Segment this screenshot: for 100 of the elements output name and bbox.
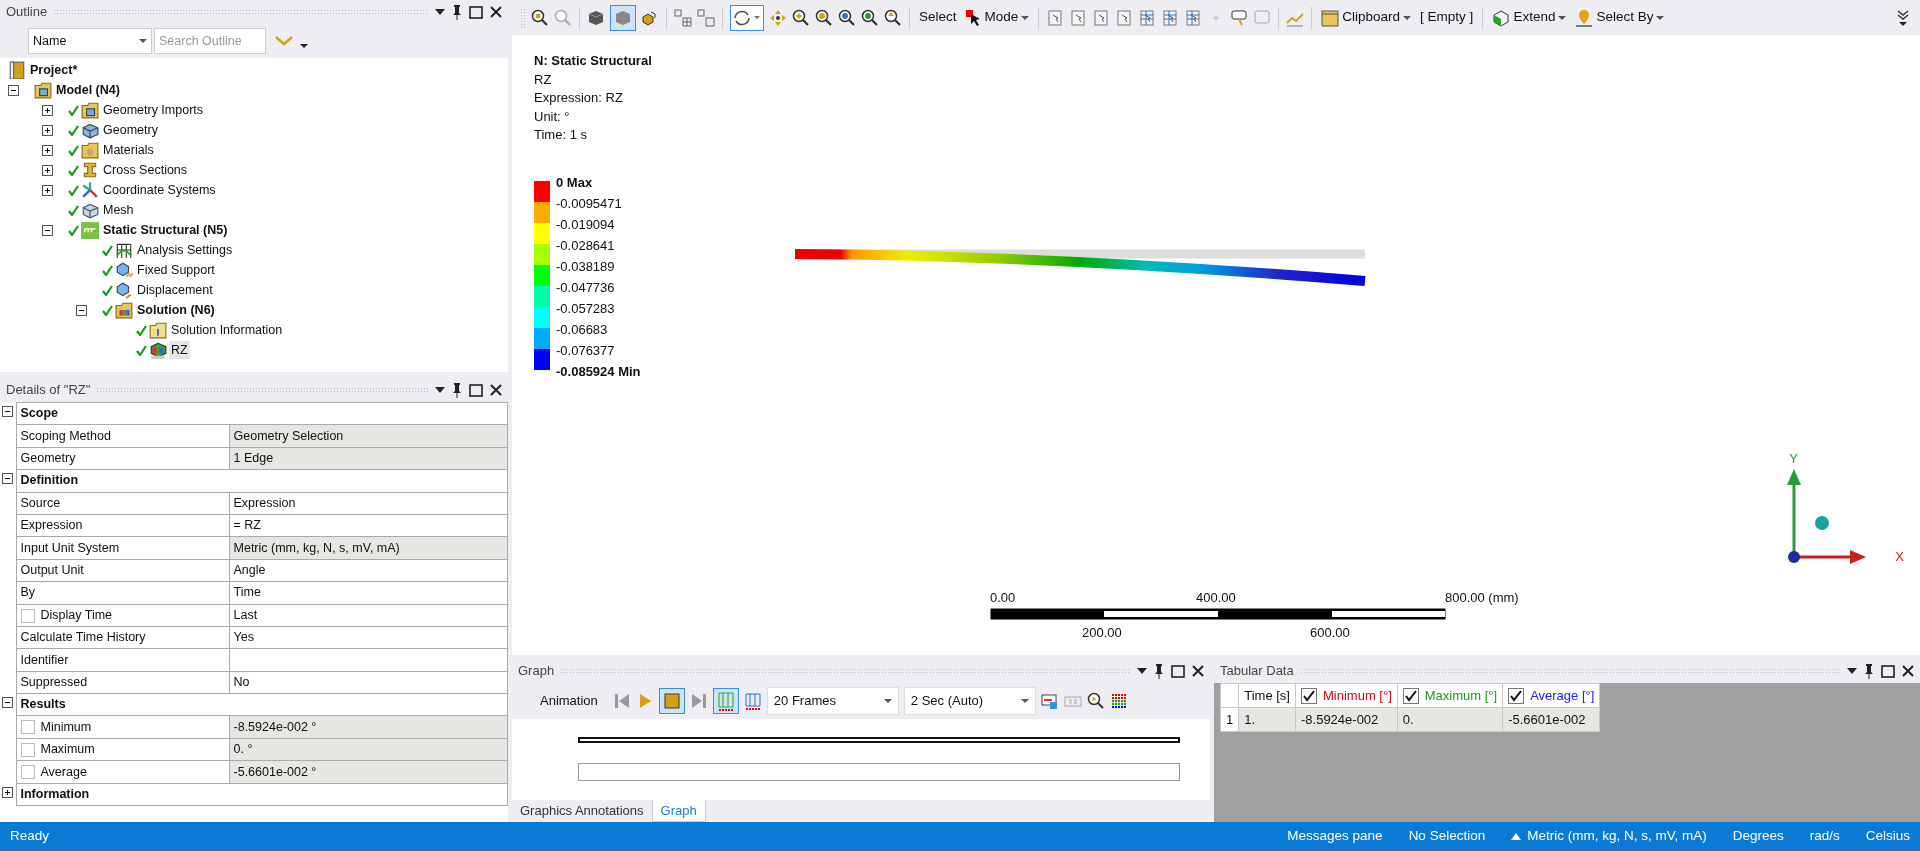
zoom-fit-icon[interactable]	[838, 8, 856, 27]
dropdown-icon[interactable]	[435, 8, 445, 16]
close-icon[interactable]	[1902, 665, 1914, 677]
caret-icon[interactable]	[1021, 15, 1030, 20]
stop-icon[interactable]	[658, 688, 685, 714]
label-icon[interactable]	[1230, 8, 1249, 27]
toolbar-button[interactable]: Select	[917, 7, 959, 28]
tree-item[interactable]: Mesh	[101, 200, 136, 220]
tree-item[interactable]: Solution (N6)	[135, 300, 217, 320]
collapse-icon[interactable]	[2, 473, 13, 485]
caret-icon[interactable]	[1558, 15, 1567, 20]
close-icon[interactable]	[1192, 665, 1204, 677]
unit-menu[interactable]: Metric (mm, kg, N, s, mV, mA)	[1511, 826, 1707, 847]
dropdown-icon[interactable]	[435, 386, 445, 394]
frames-dropdown[interactable]: 20 Frames	[766, 687, 899, 715]
maximize-icon[interactable]	[1171, 664, 1185, 678]
tree-item[interactable]: Geometry	[101, 120, 160, 140]
timeline-bar[interactable]	[578, 737, 1180, 743]
collapse-icon[interactable]	[42, 224, 53, 236]
close-icon[interactable]	[490, 6, 502, 18]
cube-icon[interactable]	[587, 8, 605, 27]
tab[interactable]: Graph	[651, 800, 706, 822]
maximize-icon[interactable]	[469, 5, 483, 19]
search-field[interactable]: Search Outline	[154, 28, 266, 54]
maximize-icon[interactable]	[1881, 664, 1895, 678]
toolbar-button[interactable]: Mode	[963, 7, 1032, 28]
tree-item[interactable]: Displacement	[135, 280, 215, 300]
export-video-icon[interactable]	[1040, 692, 1059, 710]
select-icon[interactable]	[1184, 8, 1203, 27]
checkbox[interactable]	[20, 608, 35, 623]
checkbox[interactable]	[1508, 688, 1525, 705]
tree-item[interactable]: Coordinate Systems	[101, 180, 218, 200]
caret-icon[interactable]	[1656, 15, 1665, 20]
maximize-icon[interactable]	[469, 383, 483, 397]
zoom-icon[interactable]	[531, 8, 549, 27]
zoom-fit-icon[interactable]	[861, 8, 879, 27]
zoom-icon[interactable]	[792, 8, 810, 27]
collapse-icon[interactable]	[2, 406, 13, 418]
checkbox[interactable]	[20, 742, 35, 757]
zoom-play-icon[interactable]	[1086, 692, 1105, 710]
collapse-icon[interactable]	[2, 697, 13, 709]
zoom-icon[interactable]	[884, 8, 902, 27]
expand-icon[interactable]	[2, 786, 13, 798]
legend-label: -0.047736	[556, 280, 615, 295]
select-icon[interactable]	[1138, 8, 1157, 27]
tree-item[interactable]: Cross Sections	[101, 160, 190, 180]
collapse-icon[interactable]	[76, 304, 87, 316]
collapse-icon[interactable]	[8, 84, 19, 96]
table-cell: 0.	[1402, 711, 1414, 727]
cube-icon[interactable]	[610, 4, 636, 31]
toolbar-button[interactable]: Extend	[1490, 7, 1569, 28]
toolbar-button[interactable]: Select By	[1573, 7, 1667, 28]
property-value: 0. °	[233, 742, 253, 757]
select-icon[interactable]	[1046, 8, 1065, 27]
pin-icon[interactable]	[452, 382, 462, 398]
close-icon[interactable]	[490, 384, 502, 396]
tree-item[interactable]: Fixed Support	[135, 260, 217, 280]
rotate-icon[interactable]	[730, 4, 764, 31]
select-icon[interactable]	[1069, 8, 1088, 27]
pin-icon[interactable]	[1864, 663, 1874, 679]
pin-icon[interactable]	[452, 4, 462, 20]
expand-icon[interactable]	[42, 144, 53, 156]
select-icon[interactable]	[1161, 8, 1180, 27]
tree-item[interactable]: Model (N4)	[54, 80, 122, 100]
expand-icon[interactable]	[42, 124, 53, 136]
caret-icon[interactable]	[1403, 15, 1412, 20]
pin-icon[interactable]	[1154, 663, 1164, 679]
palette-icon[interactable]	[1109, 692, 1128, 710]
result-info: Time: 1 s	[534, 126, 588, 144]
tree-item[interactable]: Geometry Imports	[101, 100, 206, 120]
select-icon[interactable]	[1092, 8, 1111, 27]
checkbox[interactable]	[20, 765, 35, 780]
dropdown-icon[interactable]	[1847, 667, 1857, 675]
expand-icon[interactable]	[42, 184, 53, 196]
checkbox[interactable]	[1301, 688, 1317, 705]
grid-icon[interactable]	[697, 8, 715, 27]
duration-dropdown[interactable]: 2 Sec (Auto)	[903, 687, 1036, 715]
filter-dropdown[interactable]: Name	[28, 28, 152, 54]
zoom-in-icon[interactable]	[815, 8, 833, 27]
tab[interactable]: Graphics Annotations	[512, 800, 652, 822]
tree-item[interactable]: Analysis Settings	[135, 240, 235, 260]
tree-item[interactable]: Project*	[28, 60, 80, 80]
tree-item[interactable]: Materials	[101, 140, 156, 160]
grid-icon[interactable]	[674, 8, 692, 27]
status-text: Ready	[10, 827, 50, 846]
caret-icon[interactable]	[300, 44, 308, 48]
frames-icon[interactable]	[712, 688, 739, 714]
expand-icon[interactable]	[42, 164, 53, 176]
select-icon[interactable]	[1115, 8, 1134, 27]
toolbar-button[interactable]: [ Empty ]	[1418, 7, 1476, 28]
tree-item[interactable]: Static Structural (N5)	[101, 220, 230, 240]
dropdown-icon[interactable]	[1137, 667, 1147, 675]
tree-item[interactable]: Solution Information	[169, 320, 285, 340]
expand-icon[interactable]	[42, 104, 53, 116]
pan-icon[interactable]	[769, 8, 787, 27]
frames-icon[interactable]	[743, 692, 762, 710]
checkbox[interactable]	[1402, 688, 1419, 705]
checkbox[interactable]	[20, 720, 35, 735]
toolbar-button[interactable]: Clipboard	[1319, 7, 1414, 28]
tree-item[interactable]: RZ	[169, 340, 190, 360]
